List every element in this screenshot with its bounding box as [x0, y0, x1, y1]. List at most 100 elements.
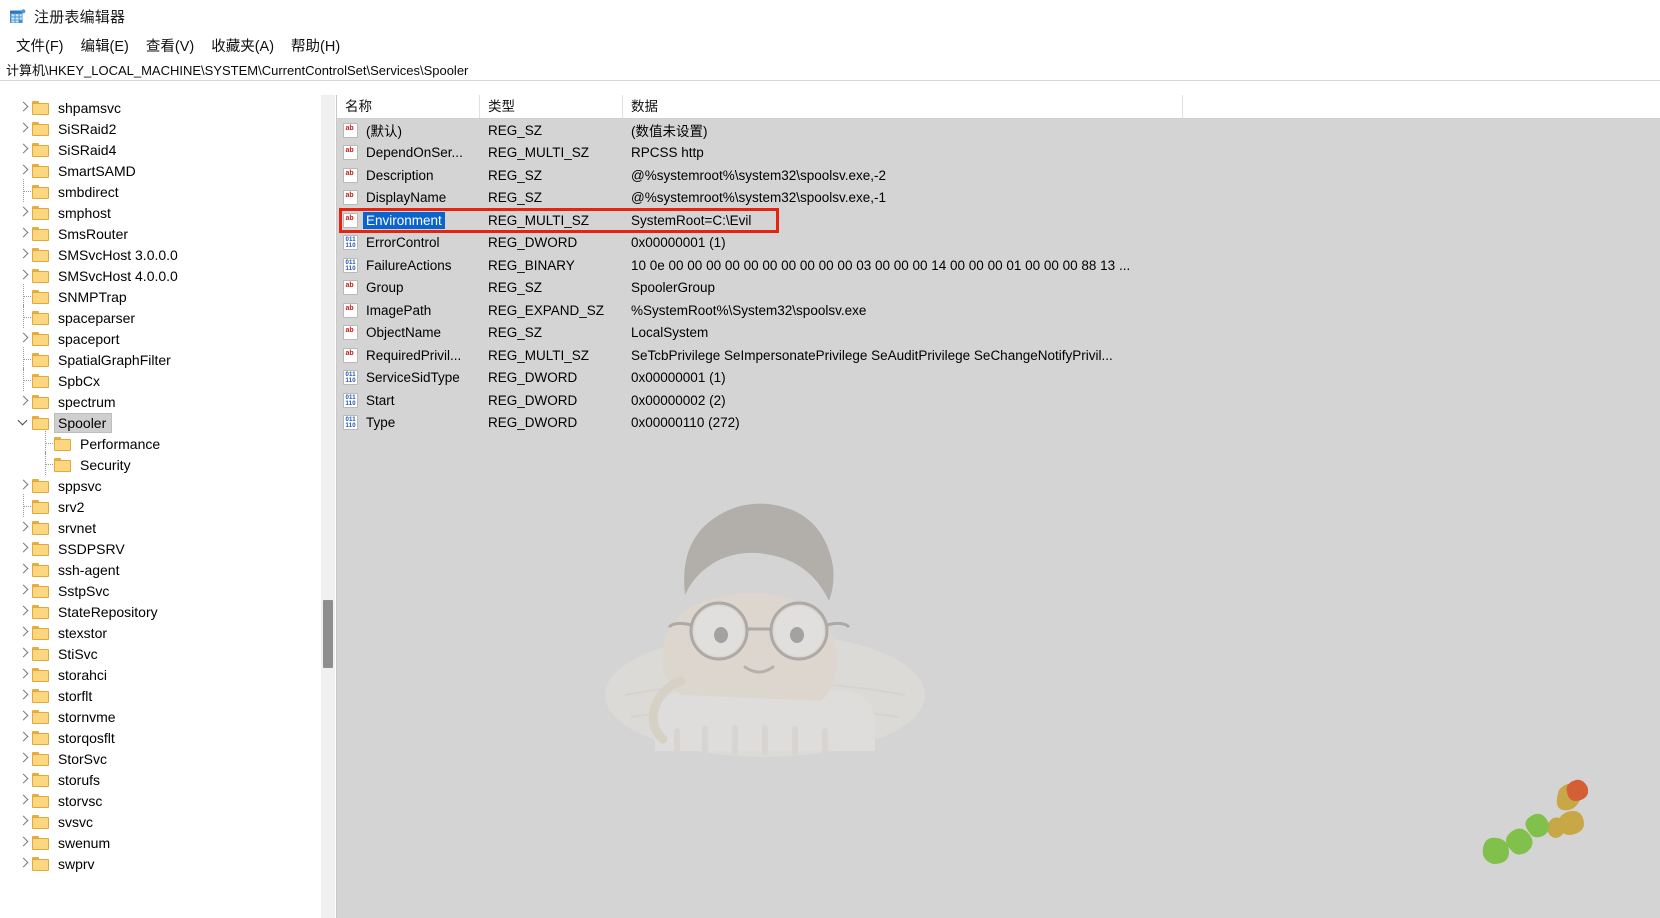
chevron-right-icon[interactable]	[16, 559, 32, 580]
table-row[interactable]: ab ObjectName REG_SZ LocalSystem	[337, 322, 1660, 345]
chevron-right-icon[interactable]	[16, 685, 32, 706]
chevron-right-icon[interactable]	[16, 538, 32, 559]
table-row[interactable]: 011 110 Start REG_DWORD 0x00000002 (2)	[337, 389, 1660, 412]
tree-item-storahci[interactable]: storahci	[0, 664, 336, 685]
chevron-right-icon[interactable]	[16, 517, 32, 538]
folder-icon	[32, 499, 49, 514]
tree-item-smsvchost-3-0-0-0[interactable]: SMSvcHost 3.0.0.0	[0, 244, 336, 265]
table-row[interactable]: ab Group REG_SZ SpoolerGroup	[337, 277, 1660, 300]
chevron-right-icon[interactable]	[16, 832, 32, 853]
tree-item-stornvme[interactable]: stornvme	[0, 706, 336, 727]
menu-file[interactable]: 文件(F)	[8, 33, 73, 58]
table-row[interactable]: 011 110 Type REG_DWORD 0x00000110 (272)	[337, 412, 1660, 435]
tree-item-ssh-agent[interactable]: ssh-agent	[0, 559, 336, 580]
tree-item-spbcx[interactable]: SpbCx	[0, 368, 336, 391]
tree-item-svsvc[interactable]: svsvc	[0, 811, 336, 832]
tree-item-spaceport[interactable]: spaceport	[0, 328, 336, 349]
chevron-right-icon[interactable]	[16, 727, 32, 748]
chevron-right-icon[interactable]	[16, 601, 32, 622]
tree-item-performance[interactable]: Performance	[0, 431, 336, 454]
chevron-right-icon[interactable]	[16, 790, 32, 811]
column-header-type[interactable]: 类型	[480, 95, 623, 118]
tree-item-storvsc[interactable]: storvsc	[0, 790, 336, 811]
chevron-right-icon[interactable]	[16, 223, 32, 244]
chevron-right-icon[interactable]	[16, 811, 32, 832]
tree-item-staterepository[interactable]: StateRepository	[0, 601, 336, 622]
table-row[interactable]: ab DisplayName REG_SZ @%systemroot%\system3…	[337, 187, 1660, 210]
chevron-right-icon[interactable]	[16, 580, 32, 601]
menu-edit[interactable]: 编辑(E)	[73, 33, 138, 58]
tree-item-storsvc[interactable]: StorSvc	[0, 748, 336, 769]
tree-item-sisraid2[interactable]: SiSRaid2	[0, 118, 336, 139]
chevron-right-icon[interactable]	[16, 118, 32, 139]
tree-item-sisraid4[interactable]: SiSRaid4	[0, 139, 336, 160]
table-row[interactable]: ab DependOnSer... REG_MULTI_SZ RPCSS http	[337, 142, 1660, 165]
table-row[interactable]: ab Description REG_SZ @%systemroot%\system3…	[337, 164, 1660, 187]
tree-item-srv2[interactable]: srv2	[0, 494, 336, 517]
table-row[interactable]: ab (默认) REG_SZ (数值未设置)	[337, 119, 1660, 142]
menu-help[interactable]: 帮助(H)	[283, 33, 349, 58]
chevron-right-icon[interactable]	[16, 265, 32, 286]
menu-favorites[interactable]: 收藏夹(A)	[203, 33, 283, 58]
chevron-right-icon[interactable]	[16, 706, 32, 727]
folder-icon	[32, 100, 49, 115]
value-name-cell: ab Group	[337, 279, 480, 296]
tree-item-snmptrap[interactable]: SNMPTrap	[0, 284, 336, 307]
column-header-filler	[1183, 95, 1660, 118]
tree-item-ssdpsrv[interactable]: SSDPSRV	[0, 538, 336, 559]
tree-item-shpamsvc[interactable]: shpamsvc	[0, 97, 336, 118]
chevron-right-icon[interactable]	[16, 160, 32, 181]
tree-item-security[interactable]: Security	[0, 452, 336, 475]
chevron-right-icon[interactable]	[16, 622, 32, 643]
table-row[interactable]: 011 110 ServiceSidType REG_DWORD 0x00000001 …	[337, 367, 1660, 390]
chevron-right-icon[interactable]	[16, 769, 32, 790]
tree-item-storufs[interactable]: storufs	[0, 769, 336, 790]
tree-item-smbdirect[interactable]: smbdirect	[0, 179, 336, 202]
tree-item-spatialgraphfilter[interactable]: SpatialGraphFilter	[0, 347, 336, 370]
tree-item-sstpsvc[interactable]: SstpSvc	[0, 580, 336, 601]
tree-item-swprv[interactable]: swprv	[0, 853, 336, 874]
column-header-data[interactable]: 数据	[623, 95, 1183, 118]
string-value-icon: ab	[343, 212, 358, 228]
tree-item-spectrum[interactable]: spectrum	[0, 391, 336, 412]
tree-item-spooler[interactable]: Spooler	[0, 412, 336, 433]
address-bar[interactable]: 计算机\HKEY_LOCAL_MACHINE\SYSTEM\CurrentCon…	[0, 58, 1660, 81]
chevron-right-icon[interactable]	[16, 244, 32, 265]
menu-view[interactable]: 查看(V)	[138, 33, 203, 58]
tree-item-storqosflt[interactable]: storqosflt	[0, 727, 336, 748]
tree-vertical-scrollbar[interactable]	[321, 95, 335, 918]
string-value-icon: ab	[343, 190, 358, 206]
chevron-right-icon[interactable]	[16, 139, 32, 160]
chevron-right-icon[interactable]	[16, 97, 32, 118]
chevron-right-icon[interactable]	[16, 664, 32, 685]
chevron-right-icon[interactable]	[16, 391, 32, 412]
table-row[interactable]: 011 110 ErrorControl REG_DWORD 0x00000001 (1…	[337, 232, 1660, 255]
tree-item-smsvchost-4-0-0-0[interactable]: SMSvcHost 4.0.0.0	[0, 265, 336, 286]
registry-tree-pane[interactable]: shpamsvc SiSRaid2 SiSRaid4 SmartSAMD smbdire…	[0, 95, 337, 918]
chevron-right-icon[interactable]	[16, 853, 32, 874]
chevron-right-icon[interactable]	[16, 328, 32, 349]
chevron-right-icon[interactable]	[16, 748, 32, 769]
tree-item-storflt[interactable]: storflt	[0, 685, 336, 706]
table-row[interactable]: ab Environment REG_MULTI_SZ SystemRoot=C:\E…	[337, 209, 1660, 232]
tree-scrollbar-thumb[interactable]	[323, 600, 333, 668]
tree-item-srvnet[interactable]: srvnet	[0, 517, 336, 538]
tree-item-spaceparser[interactable]: spaceparser	[0, 305, 336, 328]
chevron-right-icon[interactable]	[16, 475, 32, 496]
table-row[interactable]: 011 110 FailureActions REG_BINARY 10 0e 00 0…	[337, 254, 1660, 277]
chevron-right-icon[interactable]	[16, 202, 32, 223]
values-list[interactable]: ab (默认) REG_SZ (数值未设置) ab DependOnSer... REG_M…	[337, 119, 1660, 434]
tree-item-smartsamd[interactable]: SmartSAMD	[0, 160, 336, 181]
chevron-down-icon[interactable]	[16, 412, 32, 433]
tree-item-stisvc[interactable]: StiSvc	[0, 643, 336, 664]
column-header-name[interactable]: 名称	[337, 95, 480, 118]
table-row[interactable]: ab ImagePath REG_EXPAND_SZ %SystemRoot%\Sys…	[337, 299, 1660, 322]
tree-item-smsrouter[interactable]: SmsRouter	[0, 223, 336, 244]
registry-values-pane[interactable]: 名称 类型 数据 ab (默认) REG_SZ (数值未设置) ab Depen…	[337, 95, 1660, 918]
tree-item-sppsvc[interactable]: sppsvc	[0, 475, 336, 496]
tree-item-swenum[interactable]: swenum	[0, 832, 336, 853]
tree-item-smphost[interactable]: smphost	[0, 202, 336, 223]
tree-item-stexstor[interactable]: stexstor	[0, 622, 336, 643]
chevron-right-icon[interactable]	[16, 643, 32, 664]
table-row[interactable]: ab RequiredPrivil... REG_MULTI_SZ SeTcbPriv…	[337, 344, 1660, 367]
